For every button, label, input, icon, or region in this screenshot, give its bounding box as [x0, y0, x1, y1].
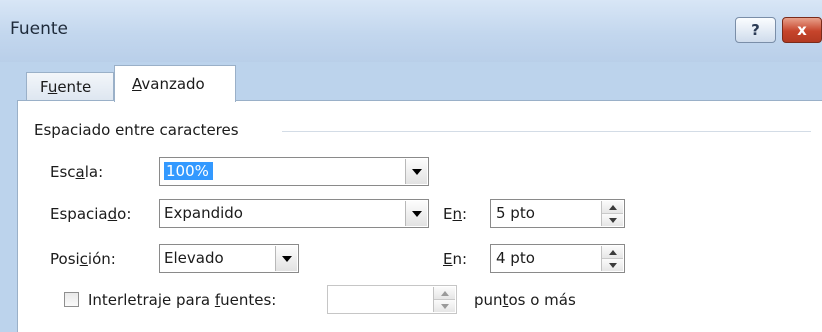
close-button[interactable]: x — [782, 17, 822, 43]
posicion-en-value: 4 pto — [496, 249, 535, 267]
espaciado-label: Espaciado: — [50, 205, 132, 223]
posicion-value: Elevado — [164, 249, 224, 267]
section-divider — [282, 131, 811, 132]
interletraje-checkbox[interactable] — [64, 292, 79, 307]
close-icon: x — [797, 21, 807, 39]
help-button[interactable]: ? — [735, 17, 776, 43]
posicion-dropdown-button[interactable] — [275, 246, 297, 271]
chevron-down-icon — [281, 255, 292, 262]
espaciado-combobox[interactable]: Expandido — [159, 199, 429, 228]
posicion-label: Posición: — [50, 250, 116, 268]
espaciado-value: Expandido — [164, 204, 243, 222]
arrow-up-icon — [440, 290, 449, 296]
posicion-combobox[interactable]: Elevado — [159, 244, 299, 273]
chevron-down-icon — [411, 210, 422, 217]
espaciado-dropdown-button[interactable] — [405, 201, 427, 226]
escala-label: Escala: — [50, 163, 104, 181]
help-icon: ? — [751, 21, 760, 39]
posicion-en-label: En: — [443, 250, 468, 268]
spin-up-button[interactable] — [602, 246, 623, 258]
tab-fuente[interactable]: Fuente — [26, 72, 114, 101]
chevron-down-icon — [411, 168, 422, 175]
spin-up-button[interactable] — [434, 287, 455, 299]
spin-down-button[interactable] — [602, 258, 623, 271]
interletraje-spin-buttons — [433, 287, 455, 312]
tab-avanzado[interactable]: Avanzado — [114, 65, 236, 102]
posicion-en-spinner[interactable]: 4 pto — [490, 244, 625, 273]
title-bar: Fuente ? x — [0, 0, 822, 62]
tab-avanzado-label: Avanzado — [132, 75, 205, 93]
window-title: Fuente — [10, 19, 68, 39]
escala-combobox[interactable]: 100% — [159, 157, 429, 186]
espaciado-en-value: 5 pto — [496, 204, 535, 222]
arrow-down-icon — [440, 303, 449, 309]
espaciado-spin-buttons — [601, 201, 623, 226]
arrow-up-icon — [608, 249, 617, 255]
escala-value: 100% — [164, 162, 213, 180]
spin-down-button[interactable] — [434, 299, 455, 312]
arrow-down-icon — [608, 262, 617, 268]
spin-up-button[interactable] — [602, 201, 623, 213]
section-title: Espaciado entre caracteres — [34, 121, 239, 139]
spin-down-button[interactable] — [602, 213, 623, 226]
posicion-spin-buttons — [601, 246, 623, 271]
interletraje-label[interactable]: Interletraje para fuentes: — [88, 291, 276, 309]
interletraje-suffix: puntos o más — [474, 291, 576, 309]
arrow-down-icon — [608, 217, 617, 223]
espaciado-en-spinner[interactable]: 5 pto — [490, 199, 625, 228]
escala-dropdown-button[interactable] — [405, 159, 427, 184]
espaciado-en-label: En: — [443, 205, 468, 223]
interletraje-spinner[interactable] — [327, 285, 457, 314]
arrow-up-icon — [608, 204, 617, 210]
tab-fuente-label: Fuente — [40, 78, 92, 96]
